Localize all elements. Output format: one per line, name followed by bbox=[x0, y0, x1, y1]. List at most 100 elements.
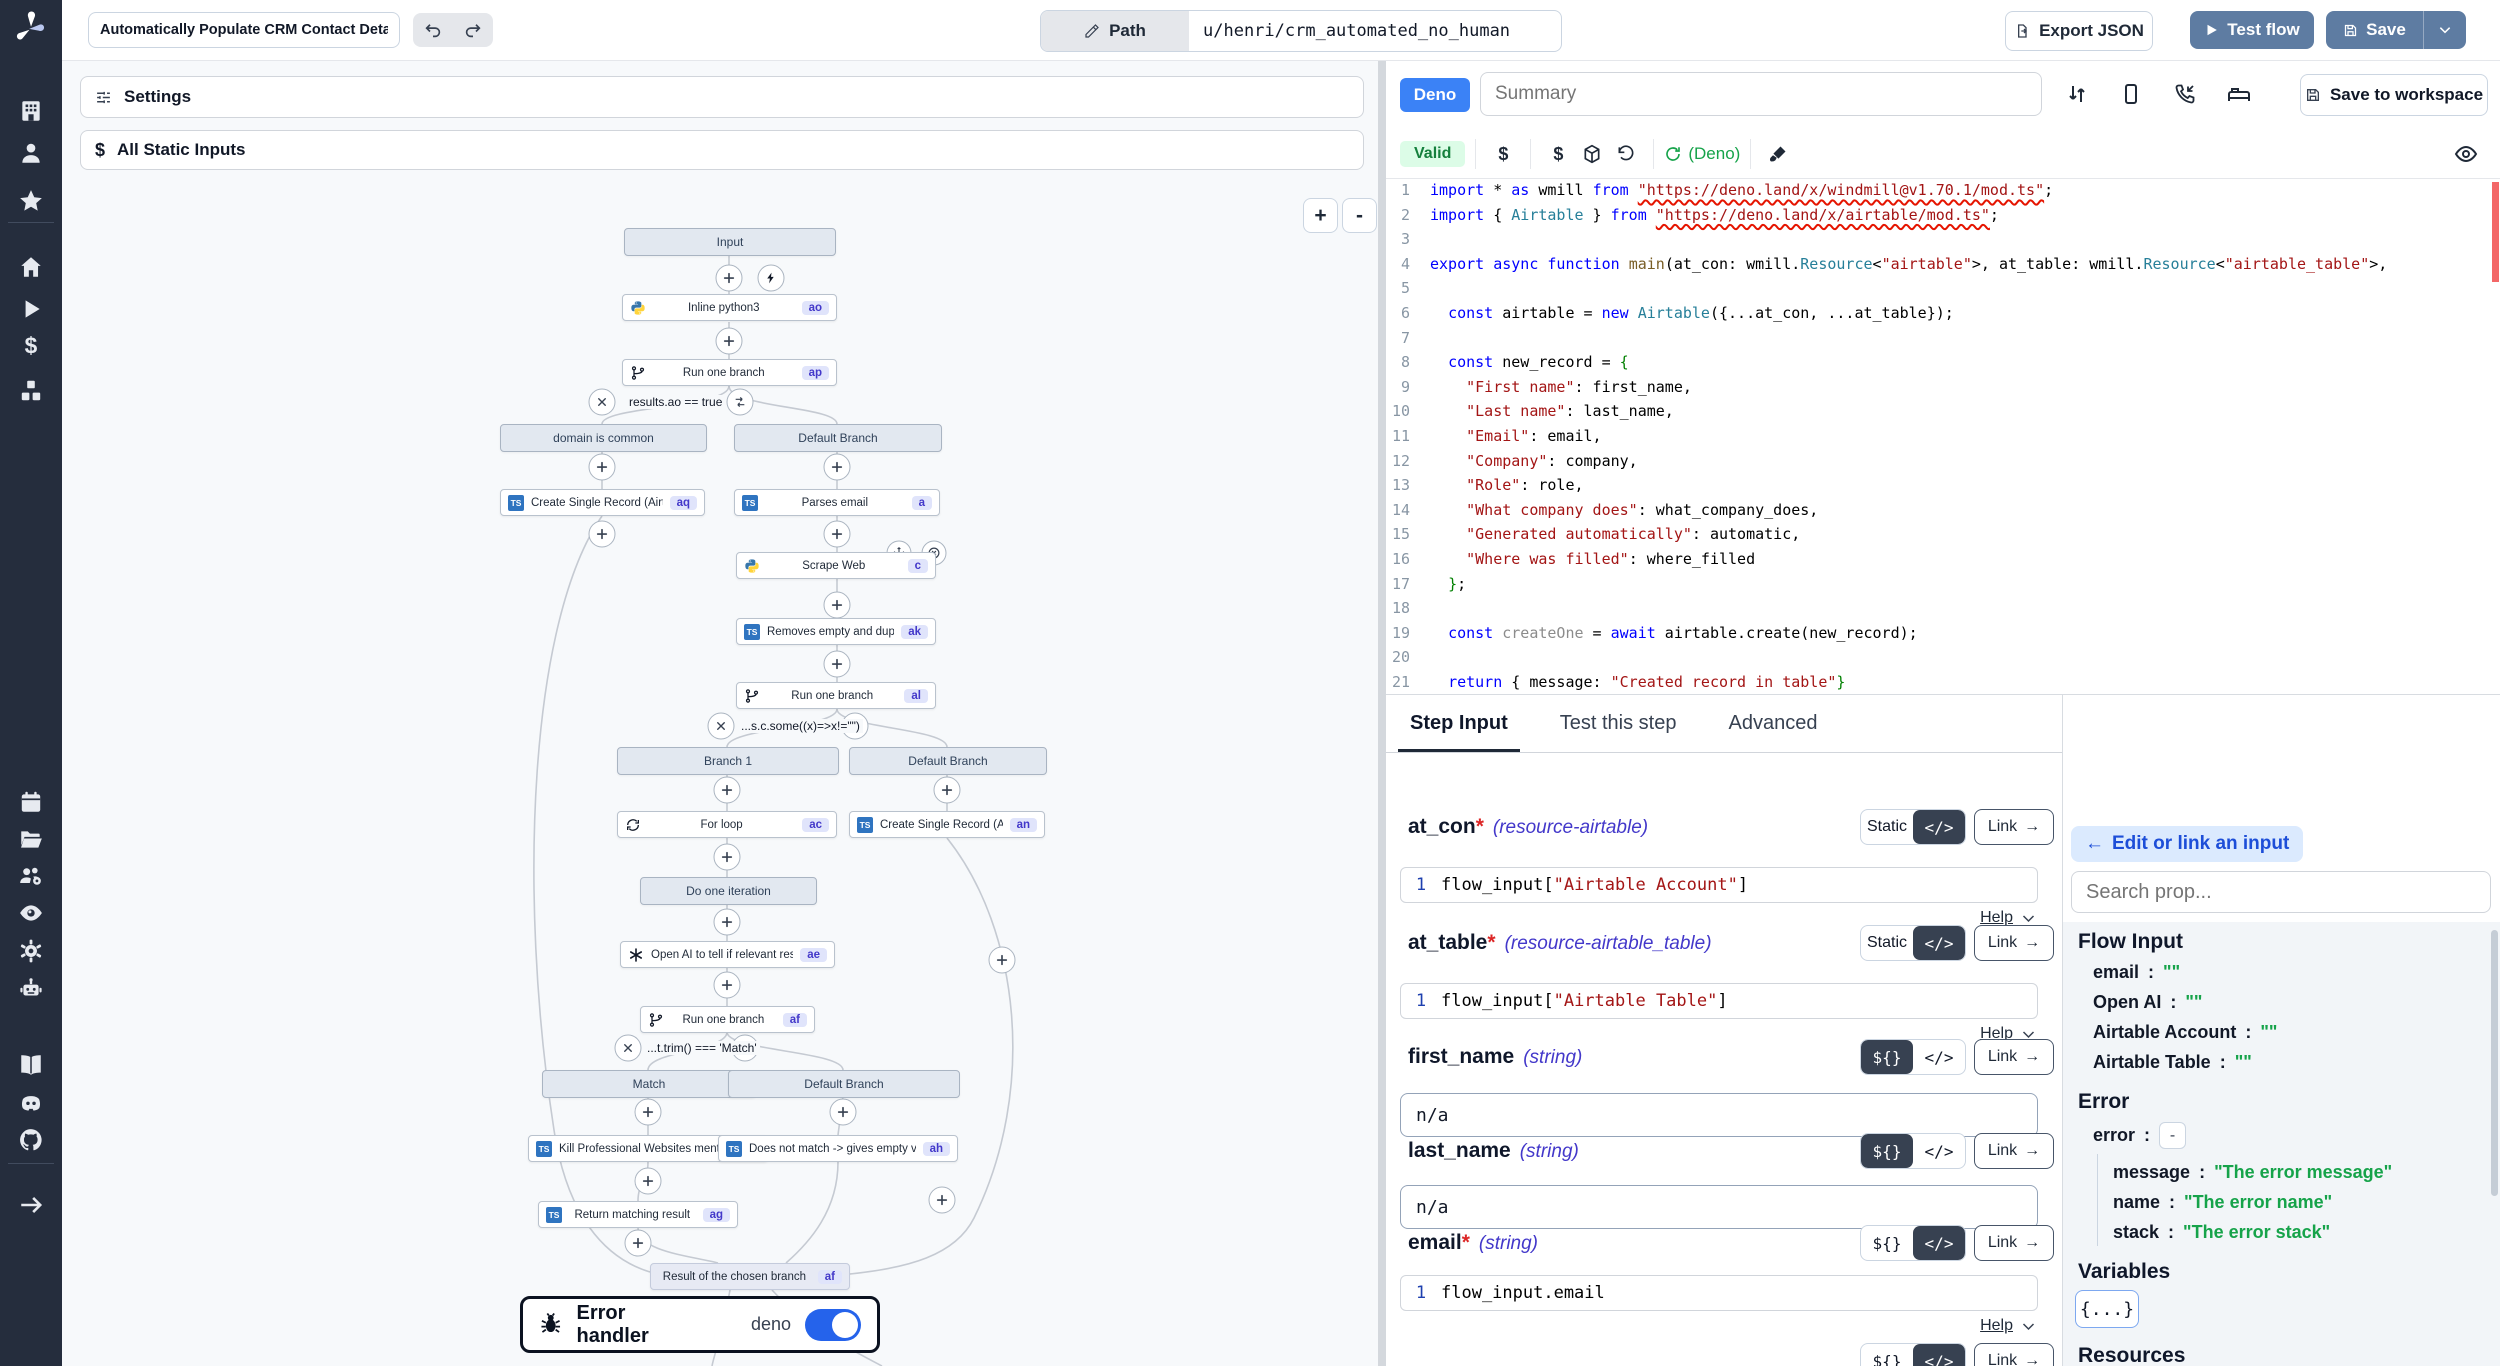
javascript-mode-segment[interactable]: </> bbox=[1913, 810, 1965, 844]
flow-branch-1[interactable]: Branch 1 bbox=[617, 747, 839, 775]
add-step-button[interactable] bbox=[929, 1187, 956, 1214]
flow-node-parses-email[interactable]: TSParses emaila bbox=[734, 489, 940, 516]
field-value-input[interactable]: n/a bbox=[1400, 1093, 2038, 1137]
javascript-mode-segment[interactable]: </> bbox=[1913, 1040, 1965, 1074]
prop-row[interactable]: stack:"The error stack" bbox=[2113, 1222, 2330, 1243]
tab-advanced[interactable]: Advanced bbox=[1728, 695, 1817, 752]
tab-test-this-step[interactable]: Test this step bbox=[1560, 695, 1677, 752]
code-line[interactable]: 18 bbox=[1386, 596, 2500, 621]
add-step-button[interactable] bbox=[635, 1099, 662, 1126]
flow-node-removes-empty-duplicates[interactable]: TSRemoves empty and duplicatesak bbox=[736, 618, 936, 645]
javascript-mode-segment[interactable]: </> bbox=[1913, 926, 1965, 960]
path-control[interactable]: Path u/henri/crm_automated_no_human bbox=[1040, 10, 1562, 52]
flow-branch-match[interactable]: Match bbox=[542, 1070, 756, 1098]
prop-row[interactable]: Airtable Account:"" bbox=[2093, 1022, 2277, 1043]
variables-object-button[interactable]: {...} bbox=[2075, 1290, 2139, 1328]
flow-node-input[interactable]: Input bbox=[624, 228, 836, 256]
user-icon[interactable] bbox=[18, 140, 44, 166]
template-mode-segment[interactable]: ${} bbox=[1861, 1040, 1913, 1074]
flow-node-does-not-match[interactable]: TSDoes not match -> gives empty valueah bbox=[718, 1135, 958, 1162]
code-line[interactable]: 13 "Role": role, bbox=[1386, 473, 2500, 498]
dollar-icon[interactable]: $ bbox=[18, 334, 44, 360]
flow-node-open-ai[interactable]: Open AI to tell if relevant resultae bbox=[620, 941, 835, 968]
flow-node-return-matching-result[interactable]: TSReturn matching resultag bbox=[538, 1201, 738, 1228]
search-prop-input[interactable] bbox=[2071, 871, 2491, 913]
field-expression-editor[interactable]: 1flow_input.email bbox=[1400, 1275, 2038, 1311]
javascript-mode-segment[interactable]: </> bbox=[1913, 1134, 1965, 1168]
input-mode-toggle[interactable]: Static</> bbox=[1860, 925, 1966, 961]
javascript-mode-segment[interactable]: </> bbox=[1913, 1226, 1965, 1260]
add-step-button[interactable] bbox=[989, 947, 1016, 974]
add-step-button[interactable] bbox=[824, 651, 851, 678]
eye-icon[interactable] bbox=[18, 900, 44, 926]
flow-node-run-one-branch[interactable]: Run one branchap bbox=[622, 359, 837, 386]
dollar-icon[interactable]: $ bbox=[1541, 144, 1575, 165]
field-value-input[interactable]: n/a bbox=[1400, 1185, 2038, 1229]
remove-branch-button[interactable] bbox=[708, 713, 735, 740]
language-badge[interactable]: Deno bbox=[1400, 78, 1470, 112]
code-line[interactable]: 1import * as wmill from "https://deno.la… bbox=[1386, 178, 2500, 203]
dollar-icon[interactable]: $ bbox=[1486, 144, 1520, 165]
add-step-button[interactable] bbox=[625, 1230, 652, 1257]
code-assistant-status[interactable]: (Deno) bbox=[1664, 144, 1740, 164]
code-line[interactable]: 11 "Email": email, bbox=[1386, 424, 2500, 449]
code-line[interactable]: 10 "Last name": last_name, bbox=[1386, 399, 2500, 424]
code-line[interactable]: 17 }; bbox=[1386, 572, 2500, 597]
book-icon[interactable] bbox=[18, 1052, 44, 1078]
link-input-button[interactable]: Link→ bbox=[1974, 925, 2054, 961]
code-line[interactable]: 12 "Company": company, bbox=[1386, 449, 2500, 474]
link-input-button[interactable]: Link→ bbox=[1974, 1225, 2054, 1261]
panel-resize-handle[interactable] bbox=[1378, 60, 1386, 1366]
code-editor[interactable]: 1import * as wmill from "https://deno.la… bbox=[1386, 178, 2500, 756]
prop-row[interactable]: message:"The error message" bbox=[2113, 1162, 2392, 1183]
bed-icon[interactable] bbox=[2220, 75, 2258, 113]
tab-step-input[interactable]: Step Input bbox=[1410, 695, 1508, 752]
remove-branch-button[interactable] bbox=[615, 1035, 642, 1062]
discord-icon[interactable] bbox=[18, 1090, 44, 1116]
add-step-button[interactable] bbox=[589, 454, 616, 481]
summary-input[interactable] bbox=[1480, 72, 2042, 116]
folder-icon[interactable] bbox=[18, 826, 44, 852]
template-mode-segment[interactable]: ${} bbox=[1861, 1226, 1913, 1260]
add-step-button[interactable] bbox=[714, 844, 741, 871]
flow-branch-domain-is-common[interactable]: domain is common bbox=[500, 424, 707, 452]
prop-row[interactable]: Airtable Table:"" bbox=[2093, 1052, 2252, 1073]
branch-compare-icon[interactable] bbox=[727, 389, 754, 416]
gear-icon[interactable] bbox=[18, 938, 44, 964]
play-icon[interactable] bbox=[18, 296, 44, 322]
redo-icon[interactable] bbox=[464, 21, 482, 39]
add-step-button[interactable] bbox=[716, 265, 743, 292]
code-line[interactable]: 19 const createOne = await airtable.crea… bbox=[1386, 621, 2500, 646]
flow-branch-default[interactable]: Default Branch bbox=[734, 424, 942, 452]
code-line[interactable]: 14 "What company does": what_company_doe… bbox=[1386, 498, 2500, 523]
add-step-button[interactable] bbox=[830, 1099, 857, 1126]
link-input-button[interactable]: Link→ bbox=[1974, 1039, 2054, 1075]
add-step-button[interactable] bbox=[589, 521, 616, 548]
add-step-button[interactable] bbox=[934, 777, 961, 804]
flow-node-for-loop[interactable]: For loopac bbox=[617, 811, 837, 838]
flow-node-run-one-branch[interactable]: Run one branchaf bbox=[640, 1006, 815, 1033]
static-mode-segment[interactable]: Static bbox=[1861, 926, 1913, 960]
code-line[interactable]: 8 const new_record = { bbox=[1386, 350, 2500, 375]
flow-node-scrape-web[interactable]: Scrape Webc bbox=[736, 552, 936, 579]
add-step-button[interactable] bbox=[714, 909, 741, 936]
field-expression-editor[interactable]: 1flow_input["Airtable Table"] bbox=[1400, 983, 2038, 1019]
code-line[interactable]: 9 "First name": first_name, bbox=[1386, 375, 2500, 400]
field-expression-editor[interactable]: 1flow_input["Airtable Account"] bbox=[1400, 867, 2038, 903]
windmill-logo-icon[interactable] bbox=[13, 10, 49, 46]
add-step-button[interactable] bbox=[635, 1168, 662, 1195]
code-line[interactable]: 3 bbox=[1386, 227, 2500, 252]
home-icon[interactable] bbox=[18, 254, 44, 280]
save-to-workspace-button[interactable]: Save to workspace bbox=[2300, 74, 2488, 116]
input-mode-toggle[interactable]: Static</> bbox=[1860, 809, 1966, 845]
arrow-right-icon[interactable] bbox=[18, 1192, 44, 1218]
help-link[interactable]: Help bbox=[1980, 1317, 2036, 1335]
input-mode-toggle[interactable]: ${}</> bbox=[1860, 1133, 1966, 1169]
export-json-button[interactable]: Export JSON bbox=[2005, 11, 2153, 51]
phone-icon[interactable] bbox=[2166, 75, 2204, 113]
prop-row[interactable]: name:"The error name" bbox=[2113, 1192, 2332, 1213]
undo-icon[interactable] bbox=[424, 21, 442, 39]
add-step-button[interactable] bbox=[824, 592, 851, 619]
collapse-button[interactable]: - bbox=[2159, 1122, 2186, 1149]
flow-node-create-single-record[interactable]: TSCreate Single Record (Airtable)an bbox=[849, 811, 1045, 838]
